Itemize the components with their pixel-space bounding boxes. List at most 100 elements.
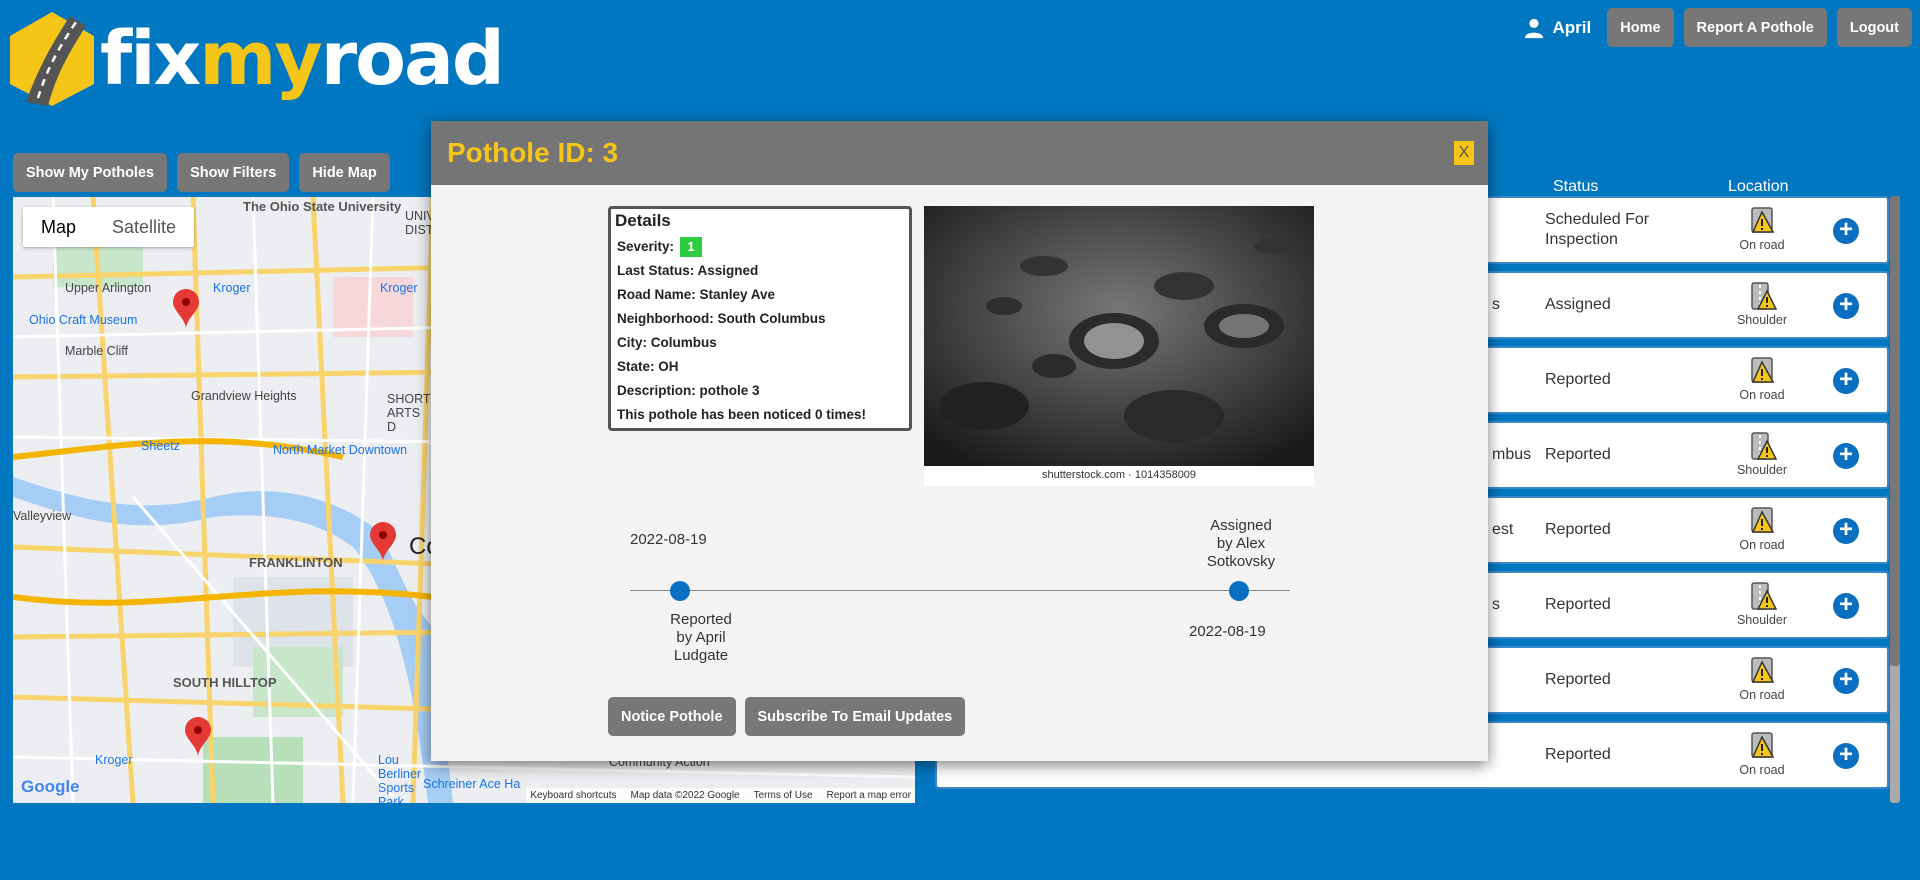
report-pothole-button[interactable]: Report A Pothole	[1683, 8, 1827, 47]
timeline-dot-reported[interactable]	[670, 581, 690, 601]
google-logo: Google	[21, 777, 80, 796]
details-panel: Details Severity: 1 Last Status: Assigned…	[608, 206, 912, 431]
row-location: On road	[1717, 656, 1807, 702]
state: State: OH	[617, 359, 679, 374]
expand-row-button[interactable]: +	[1833, 668, 1859, 694]
road-logo-icon	[10, 12, 94, 106]
road-name: Road Name: Stanley Ave	[617, 287, 776, 302]
last-status: Last Status: Assigned	[617, 263, 759, 278]
pothole-marker-2[interactable]	[370, 522, 396, 562]
neighborhood: Neighborhood: South Columbus	[617, 311, 826, 326]
show-filters-button[interactable]: Show Filters	[177, 153, 290, 192]
row-neighborhood: est	[1492, 521, 1514, 538]
user-menu[interactable]: April	[1523, 17, 1592, 39]
row-status: Reported	[1545, 596, 1611, 613]
modal-header: Pothole ID: 3 X	[431, 121, 1488, 185]
expand-row-button[interactable]: +	[1833, 518, 1859, 544]
brand-wordmark: fixmyroad	[100, 16, 505, 102]
shoulder-icon	[1751, 282, 1777, 310]
home-button[interactable]: Home	[1607, 8, 1674, 47]
map-label-grandview: Grandview Heights	[191, 389, 297, 403]
severity-row: Severity: 1	[615, 235, 905, 259]
row-location-label: On road	[1739, 388, 1785, 402]
map-label-sheetz: Sheetz	[141, 439, 180, 453]
modal-title: Pothole ID: 3	[447, 137, 619, 168]
timeline-date-reported: 2022-08-19	[630, 531, 707, 548]
expand-row-button[interactable]: +	[1833, 743, 1859, 769]
expand-row-button[interactable]: +	[1833, 593, 1859, 619]
pothole-image	[924, 206, 1314, 466]
logout-button[interactable]: Logout	[1836, 8, 1912, 47]
subscribe-email-button[interactable]: Subscribe To Email Updates	[744, 697, 966, 736]
details-heading: Details	[615, 211, 671, 230]
map-label-osu: The Ohio State University	[243, 199, 402, 214]
map-type-map[interactable]: Map	[23, 207, 94, 247]
row-status: Reported	[1545, 671, 1611, 688]
shoulder-icon	[1751, 432, 1777, 460]
map-label-schreiner: Schreiner Ace Ha	[423, 777, 521, 791]
map-label-kroger-1: Kroger	[213, 281, 251, 295]
map-label-ohio-craft-museum: Ohio Craft Museum	[29, 313, 138, 327]
modal-actions: Notice Pothole Subscribe To Email Update…	[608, 697, 966, 736]
list-scrollbar-thumb[interactable]	[1890, 196, 1900, 666]
row-location: Shoulder	[1717, 431, 1807, 477]
row-location: On road	[1717, 356, 1807, 402]
map-type-satellite[interactable]: Satellite	[94, 207, 194, 247]
keyboard-shortcuts-link[interactable]: Keyboard shortcuts	[530, 790, 616, 801]
shoulder-icon	[1751, 582, 1777, 610]
on-road-icon	[1751, 357, 1775, 383]
map-label-valleyview: Valleyview	[13, 509, 72, 523]
top-navigation: April Home Report A Pothole Logout	[1523, 8, 1912, 47]
city: City: Columbus	[617, 335, 717, 350]
row-location: On road	[1717, 731, 1807, 777]
map-label-marble-cliff: Marble Cliff	[65, 344, 128, 358]
pothole-detail-modal: Pothole ID: 3 X Details Severity: 1 Last …	[431, 121, 1488, 761]
map-label-kroger-2: Kroger	[95, 753, 133, 767]
brand-logo[interactable]: fixmyroad	[8, 10, 505, 108]
pothole-marker-1[interactable]	[173, 289, 199, 329]
user-icon	[1524, 18, 1543, 38]
row-location: Shoulder	[1717, 581, 1807, 627]
row-status: Reported	[1545, 746, 1611, 763]
show-my-potholes-button[interactable]: Show My Potholes	[13, 153, 168, 192]
terms-link[interactable]: Terms of Use	[754, 790, 813, 801]
map-label-south-hilltop: SOUTH HILLTOP	[173, 675, 277, 690]
expand-row-button[interactable]: +	[1833, 293, 1859, 319]
timeline-date-assigned: 2022-08-19	[1189, 623, 1266, 640]
map-label-kroger-3: Kroger	[380, 281, 418, 295]
expand-row-button[interactable]: +	[1833, 368, 1859, 394]
map-data-text: Map data ©2022 Google	[630, 790, 740, 801]
hide-map-button[interactable]: Hide Map	[299, 153, 390, 192]
map-label-upper-arlington: Upper Arlington	[65, 281, 152, 295]
on-road-icon	[1751, 657, 1775, 683]
filter-toolbar: Show My Potholes Show Filters Hide Map	[13, 153, 390, 192]
row-location-label: Shoulder	[1736, 313, 1788, 327]
row-neighborhood: mbus	[1492, 446, 1532, 463]
user-name: April	[1552, 17, 1592, 37]
expand-row-button[interactable]: +	[1833, 218, 1859, 244]
row-status: Reported	[1545, 446, 1611, 463]
notice-pothole-button[interactable]: Notice Pothole	[608, 697, 736, 736]
row-status: Reported	[1545, 371, 1611, 388]
row-location-label: On road	[1739, 688, 1785, 702]
expand-row-button[interactable]: +	[1833, 443, 1859, 469]
row-status: Assigned	[1545, 296, 1611, 313]
map-label-franklinton: FRANKLINTON	[249, 555, 343, 570]
on-road-icon	[1751, 207, 1775, 233]
report-map-error-link[interactable]: Report a map error	[827, 790, 911, 801]
severity-badge: 1	[680, 237, 703, 257]
pothole-marker-3[interactable]	[185, 717, 211, 757]
row-location: Shoulder	[1717, 281, 1807, 327]
on-road-icon	[1751, 732, 1775, 758]
row-location-label: On road	[1739, 538, 1785, 552]
photo-credit: shutterstock.com · 1014358009	[1041, 469, 1197, 481]
noticed-count: This pothole has been noticed 0 times!	[617, 407, 867, 422]
map-attribution: Keyboard shortcuts Map data ©2022 Google…	[526, 788, 915, 803]
timeline-line	[630, 590, 1290, 591]
row-location-label: Shoulder	[1736, 463, 1788, 477]
map-label-short-north: SHORT ARTS D	[387, 392, 431, 434]
close-button[interactable]: X	[1454, 141, 1474, 165]
map-type-toggle: Map Satellite	[23, 207, 195, 247]
timeline-event-reported: Reported by April Ludgate	[670, 611, 732, 664]
timeline-dot-assigned[interactable]	[1229, 581, 1249, 601]
